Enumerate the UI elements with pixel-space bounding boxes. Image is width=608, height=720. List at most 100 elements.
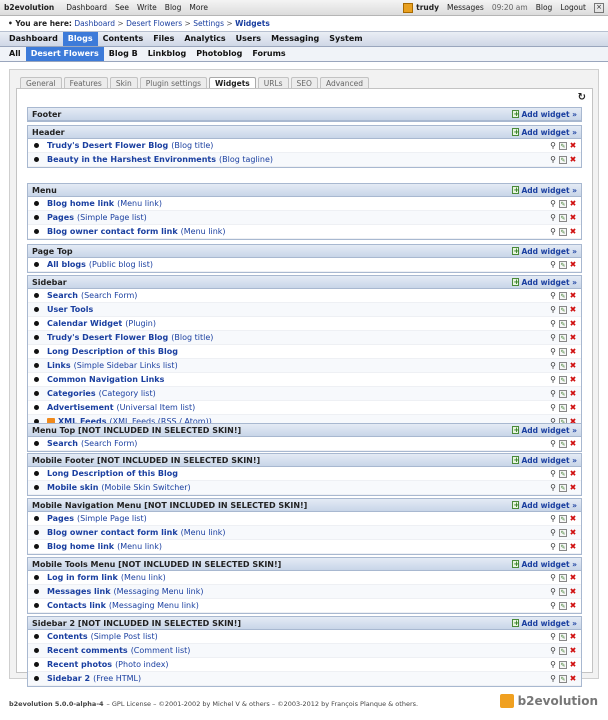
footer-logo[interactable]: b2evolution	[499, 694, 598, 708]
widget-enabled-bullet-icon[interactable]	[34, 441, 39, 446]
move-icon[interactable]: ⚲	[549, 587, 557, 596]
delete-icon[interactable]: ✖	[569, 333, 577, 342]
delete-icon[interactable]: ✖	[569, 403, 577, 412]
add-widget-button[interactable]: + Add widget »	[512, 278, 577, 287]
delete-icon[interactable]: ✖	[569, 305, 577, 314]
delete-icon[interactable]: ✖	[569, 528, 577, 537]
move-icon[interactable]: ⚲	[549, 227, 557, 236]
edit-icon[interactable]: ✎	[559, 291, 567, 300]
widget-enabled-bullet-icon[interactable]	[34, 603, 39, 608]
breadcrumb-settings[interactable]: Settings	[193, 19, 224, 28]
move-icon[interactable]: ⚲	[549, 347, 557, 356]
edit-icon[interactable]: ✎	[559, 514, 567, 523]
add-widget-button[interactable]: + Add widget »	[512, 128, 577, 137]
menu-files[interactable]: Files	[148, 32, 179, 46]
delete-icon[interactable]: ✖	[569, 260, 577, 269]
widget-name-link[interactable]: Recent comments	[47, 646, 128, 655]
top-nav-more[interactable]: More	[189, 3, 208, 12]
widget-enabled-bullet-icon[interactable]	[34, 307, 39, 312]
delete-icon[interactable]: ✖	[569, 347, 577, 356]
widget-enabled-bullet-icon[interactable]	[34, 634, 39, 639]
widget-name-link[interactable]: Contents	[47, 632, 88, 641]
edit-icon[interactable]: ✎	[559, 347, 567, 356]
menu-contents[interactable]: Contents	[98, 32, 149, 46]
widget-name-link[interactable]: Calendar Widget	[47, 319, 122, 328]
edit-icon[interactable]: ✎	[559, 587, 567, 596]
add-widget-button[interactable]: + Add widget »	[512, 110, 577, 119]
widget-enabled-bullet-icon[interactable]	[34, 377, 39, 382]
move-icon[interactable]: ⚲	[549, 361, 557, 370]
widget-enabled-bullet-icon[interactable]	[34, 335, 39, 340]
move-icon[interactable]: ⚲	[549, 291, 557, 300]
edit-icon[interactable]: ✎	[559, 227, 567, 236]
move-icon[interactable]: ⚲	[549, 483, 557, 492]
move-icon[interactable]: ⚲	[549, 632, 557, 641]
edit-icon[interactable]: ✎	[559, 542, 567, 551]
edit-icon[interactable]: ✎	[559, 646, 567, 655]
edit-icon[interactable]: ✎	[559, 483, 567, 492]
menu-analytics[interactable]: Analytics	[179, 32, 230, 46]
widget-enabled-bullet-icon[interactable]	[34, 215, 39, 220]
move-icon[interactable]: ⚲	[549, 403, 557, 412]
edit-icon[interactable]: ✎	[559, 439, 567, 448]
widget-enabled-bullet-icon[interactable]	[34, 157, 39, 162]
delete-icon[interactable]: ✖	[569, 674, 577, 683]
widget-name-link[interactable]: Blog owner contact form link	[47, 227, 178, 236]
move-icon[interactable]: ⚲	[549, 528, 557, 537]
logout-icon[interactable]: ×	[594, 2, 604, 13]
move-icon[interactable]: ⚲	[549, 389, 557, 398]
move-icon[interactable]: ⚲	[549, 646, 557, 655]
move-icon[interactable]: ⚲	[549, 674, 557, 683]
widget-enabled-bullet-icon[interactable]	[34, 676, 39, 681]
move-icon[interactable]: ⚲	[549, 542, 557, 551]
widget-enabled-bullet-icon[interactable]	[34, 293, 39, 298]
delete-icon[interactable]: ✖	[569, 141, 577, 150]
edit-icon[interactable]: ✎	[559, 528, 567, 537]
blog-desert-flowers[interactable]: Desert Flowers	[25, 47, 104, 61]
widget-name-link[interactable]: Pages	[47, 213, 74, 222]
delete-icon[interactable]: ✖	[569, 646, 577, 655]
move-icon[interactable]: ⚲	[549, 660, 557, 669]
widget-name-link[interactable]: Blog home link	[47, 199, 114, 208]
add-widget-button[interactable]: + Add widget »	[512, 501, 577, 510]
widget-enabled-bullet-icon[interactable]	[34, 485, 39, 490]
menu-users[interactable]: Users	[231, 32, 266, 46]
delete-icon[interactable]: ✖	[569, 155, 577, 164]
widget-name-link[interactable]: Log in form link	[47, 573, 118, 582]
delete-icon[interactable]: ✖	[569, 227, 577, 236]
edit-icon[interactable]: ✎	[559, 403, 567, 412]
move-icon[interactable]: ⚲	[549, 375, 557, 384]
top-nav-write[interactable]: Write	[137, 3, 157, 12]
blog-all[interactable]: All	[4, 47, 26, 61]
top-nav-see[interactable]: See	[115, 3, 129, 12]
blog-b[interactable]: Blog B	[104, 47, 143, 61]
widget-name-link[interactable]: Categories	[47, 389, 96, 398]
widget-name-link[interactable]: Advertisement	[47, 403, 114, 412]
widget-name-link[interactable]: Blog owner contact form link	[47, 528, 178, 537]
breadcrumb-dashboard[interactable]: Dashboard	[74, 19, 115, 28]
widget-enabled-bullet-icon[interactable]	[34, 530, 39, 535]
logout-link[interactable]: Logout	[560, 3, 586, 12]
add-widget-button[interactable]: + Add widget »	[512, 426, 577, 435]
widget-enabled-bullet-icon[interactable]	[34, 471, 39, 476]
widget-name-link[interactable]: Mobile skin	[47, 483, 98, 492]
move-icon[interactable]: ⚲	[549, 260, 557, 269]
move-icon[interactable]: ⚲	[549, 141, 557, 150]
widget-name-link[interactable]: Long Description of this Blog	[47, 347, 178, 356]
widget-name-link[interactable]: Recent photos	[47, 660, 112, 669]
widget-name-link[interactable]: Search	[47, 291, 78, 300]
delete-icon[interactable]: ✖	[569, 573, 577, 582]
edit-icon[interactable]: ✎	[559, 199, 567, 208]
edit-icon[interactable]: ✎	[559, 141, 567, 150]
widget-enabled-bullet-icon[interactable]	[34, 143, 39, 148]
widget-enabled-bullet-icon[interactable]	[34, 516, 39, 521]
widget-enabled-bullet-icon[interactable]	[34, 262, 39, 267]
delete-icon[interactable]: ✖	[569, 199, 577, 208]
edit-icon[interactable]: ✎	[559, 375, 567, 384]
delete-icon[interactable]: ✖	[569, 483, 577, 492]
edit-icon[interactable]: ✎	[559, 213, 567, 222]
move-icon[interactable]: ⚲	[549, 319, 557, 328]
widget-name-link[interactable]: Blog home link	[47, 542, 114, 551]
delete-icon[interactable]: ✖	[569, 213, 577, 222]
edit-icon[interactable]: ✎	[559, 305, 567, 314]
